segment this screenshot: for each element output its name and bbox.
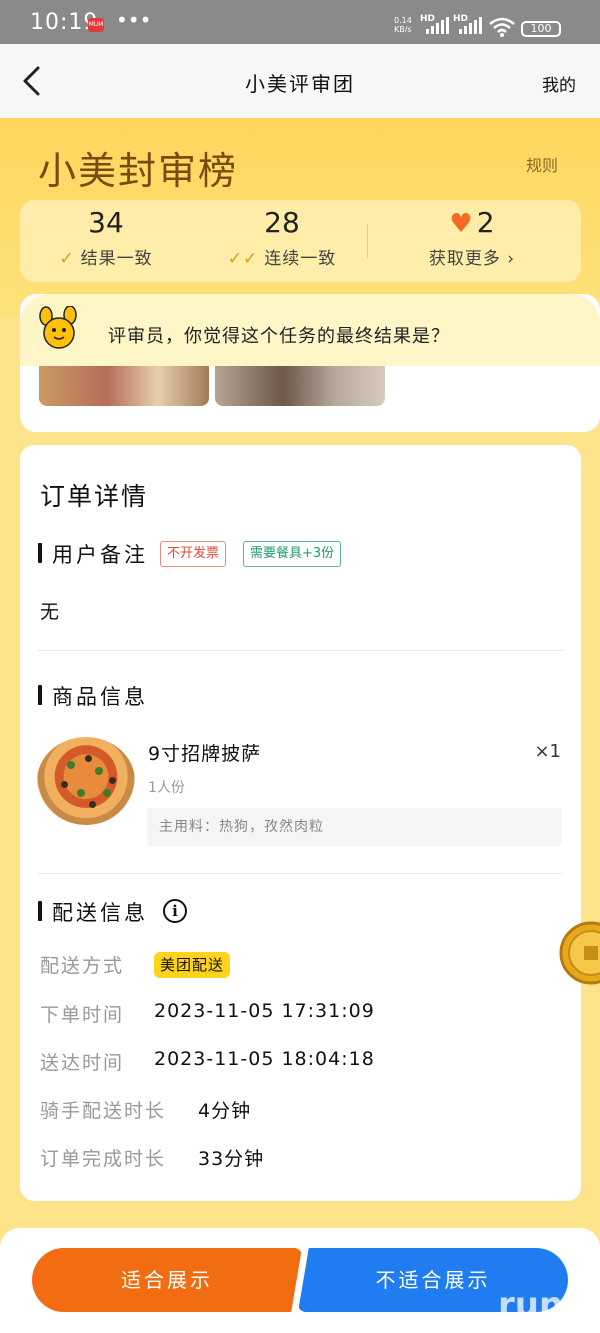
info-icon[interactable]: i — [163, 899, 187, 923]
double-check-icon: ✓✓ — [227, 249, 259, 269]
battery-icon: 100 — [521, 21, 561, 37]
check-icon: ✓ — [59, 249, 75, 269]
network-speed-value: 0.14 — [394, 16, 412, 25]
rules-link[interactable]: 规则 — [526, 152, 558, 176]
delivery-heading: 配送信息 — [38, 897, 148, 927]
order-details-title: 订单详情 — [40, 482, 149, 511]
arrival-time-label: 送达时间 — [40, 1052, 125, 1074]
delivery-method-badge: 美团配送 — [154, 952, 231, 978]
goods-heading: 商品信息 — [38, 681, 148, 711]
stat-value: 34 — [88, 206, 124, 239]
suitable-button[interactable]: 适合展示 — [32, 1248, 302, 1312]
mascot-icon — [39, 306, 77, 349]
remark-value: 无 — [40, 601, 60, 623]
stats-panel: 34 ✓ 结果一致 28 ✓✓ 连续一致 ♥ 2 获取更多 › — [20, 200, 581, 282]
network-speed-unit: KB/s — [394, 25, 412, 34]
divider — [38, 873, 563, 874]
order-details-card: 订单详情 用户备注 不开发票 需要餐具+3份 无 商品信息 9寸招牌披萨 ×1 … — [20, 445, 581, 1201]
brand-title: 小美封审榜 — [38, 149, 239, 193]
stat-hearts[interactable]: ♥ 2 获取更多 › — [392, 200, 552, 269]
get-more-label[interactable]: 获取更多 — [429, 249, 501, 269]
wifi-icon — [489, 17, 515, 37]
evidence-photo-1[interactable] — [39, 366, 209, 406]
product-name: 9寸招牌披萨 — [148, 743, 262, 765]
status-bar: 10:19 MUM ••• 0.14 KB/s HD HD 100 — [0, 0, 600, 44]
stat-value: 28 — [264, 206, 300, 239]
watermark-logo: run — [498, 1285, 564, 1325]
rider-duration-value: 4分钟 — [198, 1100, 252, 1122]
app-notification-icon: MUM — [88, 18, 104, 32]
tag-cutlery: 需要餐具+3份 — [243, 541, 342, 567]
rider-duration-label: 骑手配送时长 — [40, 1100, 167, 1122]
stat-result-match: 34 ✓ 结果一致 — [26, 200, 186, 269]
product-serving: 1人份 — [148, 780, 185, 796]
network-speed: 0.14 KB/s — [394, 16, 412, 34]
tag-no-invoice: 不开发票 — [160, 541, 227, 567]
mine-link[interactable]: 我的 — [542, 71, 576, 96]
question-text: 评审员，你觉得这个任务的最终结果是？ — [108, 326, 450, 347]
product-quantity: ×1 — [534, 741, 561, 762]
order-time-value: 2023-11-05 17:31:09 — [154, 1000, 375, 1022]
product-image — [37, 737, 135, 825]
delivery-method-label: 配送方式 — [40, 955, 125, 977]
stat-value: 2 — [476, 206, 495, 239]
completion-duration-value: 33分钟 — [198, 1148, 265, 1170]
heart-icon: ♥ — [449, 209, 473, 239]
evidence-photo-2[interactable] — [215, 366, 385, 406]
order-time-label: 下单时间 — [40, 1004, 125, 1026]
divider — [38, 650, 563, 651]
question-banner: 评审员，你觉得这个任务的最终结果是？ — [20, 294, 600, 366]
completion-duration-label: 订单完成时长 — [40, 1148, 167, 1170]
stat-label: 结果一致 — [80, 249, 153, 269]
stat-divider — [367, 224, 368, 258]
arrival-time-value: 2023-11-05 18:04:18 — [154, 1048, 375, 1070]
more-notifications-icon: ••• — [116, 8, 152, 32]
signal-icon-2 — [459, 17, 482, 34]
question-card: 评审员，你觉得这个任务的最终结果是？ — [20, 294, 600, 432]
remark-heading: 用户备注 — [38, 539, 148, 569]
stat-label: 连续一致 — [264, 249, 337, 269]
signal-icon — [426, 17, 449, 34]
coin-icon[interactable] — [557, 918, 600, 988]
product-ingredients: 主用料：热狗，孜然肉粒 — [147, 808, 562, 846]
leaderboard-header: 小美封审榜 规则 34 ✓ 结果一致 28 ✓✓ 连续一致 ♥ 2 获取更多 › — [0, 118, 600, 318]
nav-bar: 小美评审团 我的 — [0, 44, 600, 118]
stat-streak-match: 28 ✓✓ 连续一致 — [202, 200, 362, 269]
page-title: 小美评审团 — [245, 72, 355, 96]
chevron-right-icon: › — [507, 249, 516, 269]
